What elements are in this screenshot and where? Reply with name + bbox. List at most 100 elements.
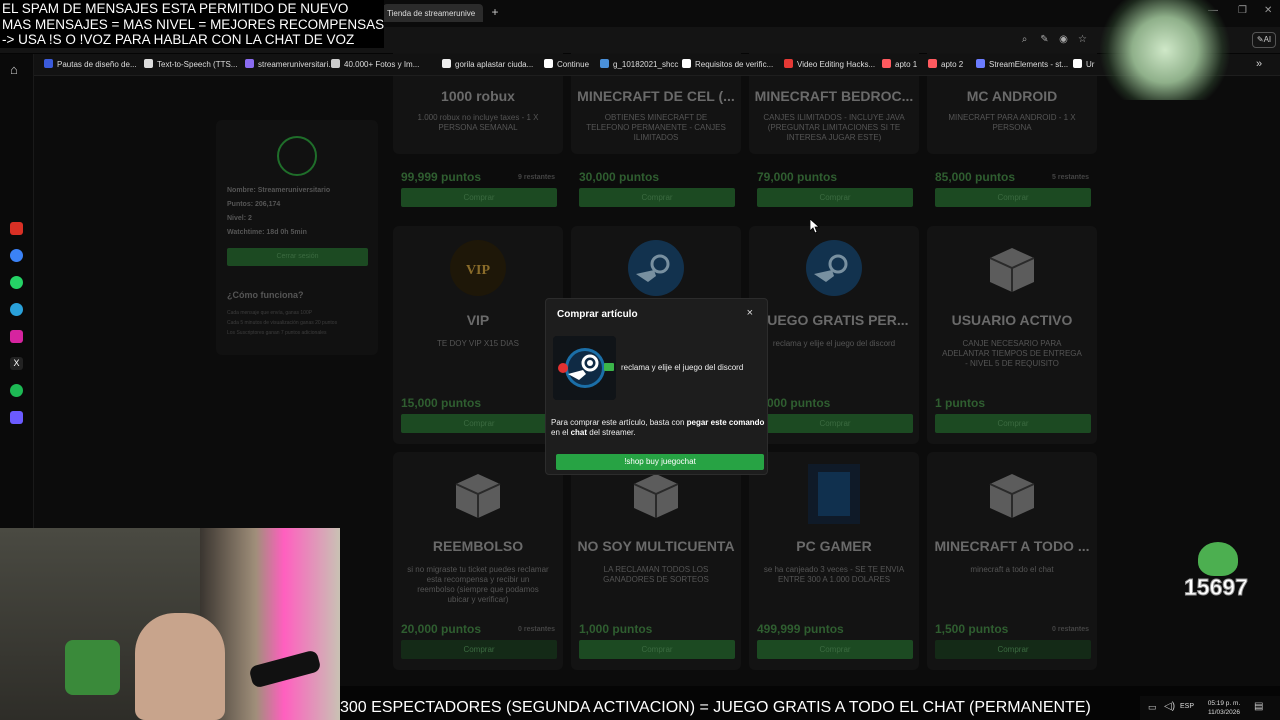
clock-time[interactable]: 05:19 p. m. — [1202, 699, 1246, 708]
bookmark-favicon-icon — [928, 59, 937, 68]
notification-icon[interactable]: ▤ — [1254, 701, 1263, 712]
buy-button[interactable]: Comprar — [401, 188, 557, 207]
bookmark-label: apto 1 — [895, 60, 918, 69]
network-icon[interactable]: ▭ — [1148, 702, 1157, 713]
buy-button[interactable]: Comprar — [757, 640, 913, 659]
mouse-cursor — [809, 218, 821, 238]
item-description: reclama y elije el juego del discord — [772, 339, 896, 348]
bookmark-label: Requisitos de verific... — [695, 60, 774, 69]
gmail-icon[interactable] — [10, 222, 23, 235]
messenger-icon[interactable] — [10, 249, 23, 262]
spam-notice: EL SPAM DE MENSAJES ESTA PERMITIDO DE NU… — [0, 0, 384, 48]
pepe-icon — [1198, 542, 1238, 576]
bookmark-label: Pautas de diseño de... — [57, 60, 137, 69]
bookmark-item[interactable]: apto 1 — [882, 59, 917, 71]
bookmark-item[interactable]: g_10182021_shcc — [600, 59, 678, 71]
bookmark-item[interactable]: Requisitos de verific... — [682, 59, 773, 71]
store-item-card: MINECRAFT A TODO ... minecraft a todo el … — [927, 452, 1097, 670]
item-title: VIP — [466, 312, 490, 328]
buy-button[interactable]: Comprar — [579, 640, 735, 659]
bookmark-item[interactable]: apto 2 — [928, 59, 963, 71]
item-price: 20,000 puntos — [401, 622, 482, 636]
copy-command-button[interactable]: !shop buy juegochat — [556, 454, 764, 470]
new-tab-icon[interactable]: + — [488, 5, 502, 19]
buy-button[interactable]: Comprar — [935, 640, 1091, 659]
volume-icon[interactable]: ◁) — [1164, 701, 1175, 712]
bookmark-label: Video Editing Hacks... — [797, 60, 876, 69]
bookmark-item[interactable]: Text-to-Speech (TTS... — [144, 59, 237, 71]
bookmark-favicon-icon — [144, 59, 153, 68]
box-icon — [448, 464, 508, 529]
edit-icon[interactable]: ✎ — [1038, 33, 1051, 46]
restore-icon[interactable]: ❐ — [1238, 5, 1247, 16]
bookmark-label: 40.000+ Fotos y Im... — [344, 60, 420, 69]
gaming-chair — [135, 613, 225, 720]
bookmark-item[interactable]: Continue — [544, 59, 589, 71]
language-indicator[interactable]: ESP — [1180, 703, 1194, 710]
store-item-card: VIP VIP TE DOY VIP X15 DIAS 15,000 puntos Co… — [393, 226, 563, 444]
item-title: REEMBOLSO — [432, 538, 524, 554]
bookmark-item[interactable]: Ur — [1073, 59, 1094, 71]
item-description: 1.000 robux no incluye taxes - 1 X PERSO… — [417, 113, 539, 132]
camera-icon[interactable]: ◉ — [1057, 33, 1070, 46]
bookmark-label: StreamElements - st... — [989, 60, 1069, 69]
x-icon[interactable]: X — [10, 357, 23, 370]
bookmarks-bar: Pautas de diseño de... Text-to-Speech (TT… — [34, 54, 1280, 76]
bookmark-label: gorila aplastar ciuda... — [455, 60, 534, 69]
item-title: MINECRAFT DE CEL (... — [577, 88, 735, 104]
bookmarks-more-icon[interactable]: » — [1256, 58, 1262, 70]
bookmark-label: g_10182021_shcc — [613, 60, 679, 69]
star-icon[interactable]: ☆ — [1076, 33, 1089, 46]
bookmark-item[interactable]: streameruniversitari... — [245, 59, 335, 71]
buy-button[interactable]: Comprar — [757, 414, 913, 433]
item-description: TE DOY VIP X15 DIAS — [437, 339, 519, 348]
bookmark-favicon-icon — [44, 59, 53, 68]
store-item-card: USUARIO ACTIVO CANJE NECESARIO PARA ADELA… — [927, 226, 1097, 444]
bookmark-item[interactable]: StreamElements - st... — [976, 59, 1068, 71]
clock-date[interactable]: 11/03/2026 — [1202, 708, 1246, 717]
bookmark-item[interactable]: Pautas de diseño de... — [44, 59, 137, 71]
item-price: 99,999 puntos — [401, 170, 482, 184]
bookmark-item[interactable]: 40.000+ Fotos y Im... — [331, 59, 419, 71]
buy-button[interactable]: Comprar — [935, 188, 1091, 207]
bookmark-favicon-icon — [600, 59, 609, 68]
steam-icon — [626, 238, 686, 303]
ai-button[interactable]: ✎AI — [1252, 32, 1276, 48]
item-description: MINECRAFT PARA ANDROID - 1 X PERSONA — [948, 113, 1076, 132]
spotify-icon[interactable] — [10, 384, 23, 397]
tab-store[interactable]: Tienda de streamerunive — [383, 4, 483, 22]
item-description: LA RECLAMAN TODOS LOS GANADORES DE SORTE… — [603, 565, 709, 584]
webcam-feed — [0, 528, 340, 720]
telegram-icon[interactable] — [10, 303, 23, 316]
search-icon[interactable]: ⌕ — [1018, 33, 1031, 46]
buy-button[interactable]: Comprar — [401, 640, 557, 659]
instagram-icon[interactable] — [10, 330, 23, 343]
bookmark-item[interactable]: Video Editing Hacks... — [784, 59, 875, 71]
item-remaining: 5 restantes — [1052, 174, 1089, 181]
bookmark-favicon-icon — [245, 59, 254, 68]
purchase-modal: Comprar artículo × reclama y elije el ju… — [545, 298, 768, 475]
close-window-icon[interactable]: ✕ — [1264, 5, 1272, 16]
bookmark-label: Ur — [1086, 60, 1095, 69]
spam-line: -> USA !S O !VOZ PARA HABLAR CON LA CHAT… — [2, 32, 355, 47]
item-title: JUEGO GRATIS PER... — [759, 312, 909, 328]
bookmark-favicon-icon — [784, 59, 793, 68]
spam-line: EL SPAM DE MENSAJES ESTA PERMITIDO DE NU… — [2, 1, 349, 16]
bookmark-label: apto 2 — [941, 60, 964, 69]
bookmark-favicon-icon — [544, 59, 553, 68]
buy-button[interactable]: Comprar — [401, 414, 557, 433]
buy-button[interactable]: Comprar — [757, 188, 913, 207]
buy-button[interactable]: Comprar — [579, 188, 735, 207]
home-icon[interactable]: ⌂ — [10, 62, 18, 77]
whatsapp-icon[interactable] — [10, 276, 23, 289]
box-icon — [982, 238, 1042, 303]
item-description: CANJES ILIMITADOS - INCLUYE JAVA (PREGUN… — [763, 113, 905, 142]
item-remaining: 0 restantes — [518, 626, 555, 633]
player-icon[interactable] — [10, 411, 23, 424]
bookmark-item[interactable]: gorila aplastar ciuda... — [442, 59, 533, 71]
system-tray: ▭ ◁) ESP 05:19 p. m. 11/03/2026 ▤ — [1140, 696, 1280, 720]
store-item-card: NO SOY MULTICUENTA LA RECLAMAN TODOS LOS … — [571, 452, 741, 670]
close-icon[interactable]: × — [747, 307, 753, 319]
buy-button[interactable]: Comprar — [935, 414, 1091, 433]
item-title: NO SOY MULTICUENTA — [577, 538, 735, 554]
